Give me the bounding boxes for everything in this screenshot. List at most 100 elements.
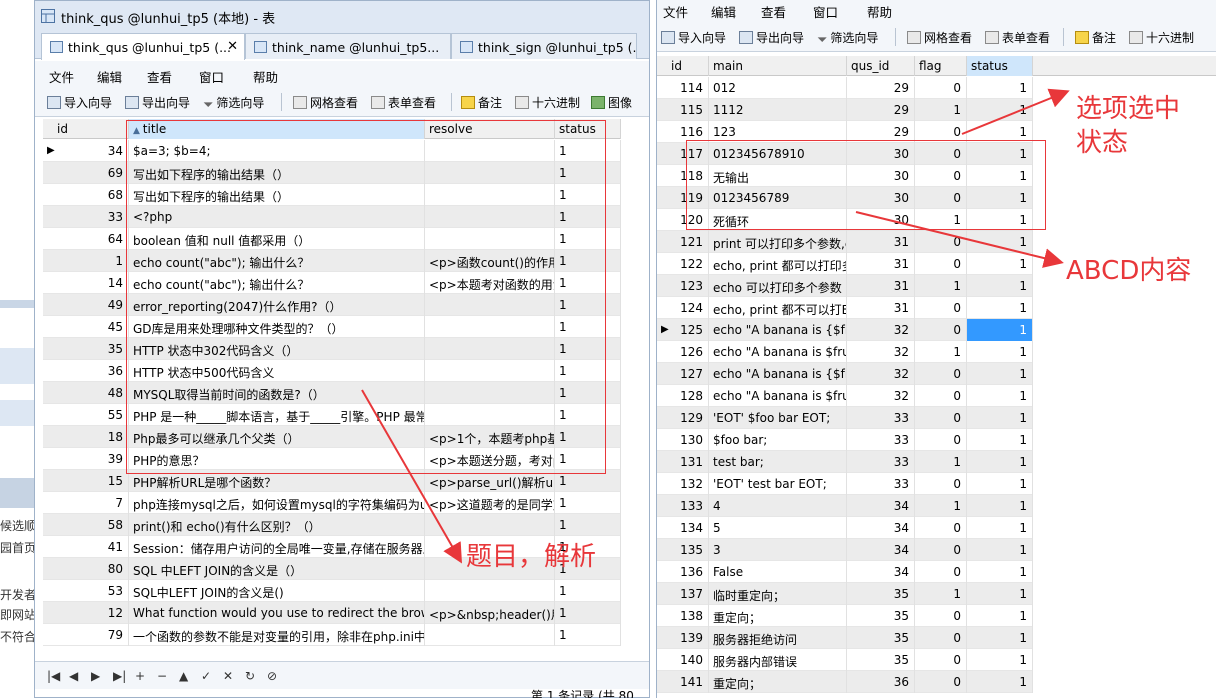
cell-title[interactable]: What function would you use to redirect … — [129, 602, 425, 624]
cell-flag[interactable]: 0 — [915, 517, 967, 539]
table-row[interactable]: 123 echo 可以打印多个参数 31 1 1 — [657, 275, 1033, 297]
table-row[interactable]: 139 服务器拒绝访问 35 0 1 — [657, 627, 1033, 649]
hex-button[interactable]: 十六进制 — [515, 94, 580, 111]
cell-main[interactable]: 重定向； — [709, 671, 847, 693]
cell-flag[interactable]: 0 — [915, 671, 967, 693]
cell-id[interactable]: 136 — [657, 561, 709, 583]
up-button[interactable]: ▲ — [179, 669, 188, 683]
cell-flag[interactable]: 0 — [915, 363, 967, 385]
table-row[interactable]: 119 0123456789 30 0 1 — [657, 187, 1033, 209]
cell-status[interactable]: 1 — [555, 382, 621, 404]
cell-title[interactable]: PHP 是一种_____脚本语言，基于_____引擎。PHP 最常 — [129, 404, 425, 426]
cell-flag[interactable]: 1 — [915, 495, 967, 517]
table-row[interactable]: 117 012345678910 30 0 1 — [657, 143, 1033, 165]
table-row[interactable]: 33 <?php 1 — [43, 206, 621, 228]
cell-status[interactable]: 1 — [967, 143, 1033, 165]
first-record-button[interactable]: |◀ — [47, 669, 60, 683]
cell-id[interactable]: 135 — [657, 539, 709, 561]
cell-main[interactable]: echo 可以打印多个参数 — [709, 275, 847, 297]
cell-id[interactable]: 124 — [657, 297, 709, 319]
table-row[interactable]: 36 HTTP 状态中500代码含义 1 — [43, 360, 621, 382]
cell-id[interactable]: 114 — [657, 77, 709, 99]
cell-title[interactable]: <?php — [129, 206, 425, 228]
cell-status[interactable]: 1 — [967, 495, 1033, 517]
cell-main[interactable]: 'EOT' $foo bar EOT; — [709, 407, 847, 429]
table-row[interactable]: 122 echo, print 都可以打印多 31 0 1 — [657, 253, 1033, 275]
cell-status[interactable]: 1 — [967, 209, 1033, 231]
cell-resolve[interactable]: <p>本题考对函数的用法 — [425, 272, 555, 294]
cell-qus-id[interactable]: 32 — [847, 363, 915, 385]
column-header-main[interactable]: main — [709, 56, 847, 76]
cell-status[interactable]: 1 — [967, 671, 1033, 693]
cell-qus-id[interactable]: 32 — [847, 341, 915, 363]
table-row[interactable]: 128 echo "A banana is $fru 32 0 1 — [657, 385, 1033, 407]
cell-id[interactable]: 41 — [43, 536, 129, 558]
cell-qus-id[interactable]: 30 — [847, 165, 915, 187]
cell-qus-id[interactable]: 31 — [847, 231, 915, 253]
cell-id[interactable]: 69 — [43, 162, 129, 184]
table-row[interactable]: 55 PHP 是一种_____脚本语言，基于_____引擎。PHP 最常 1 — [43, 404, 621, 426]
cell-resolve[interactable] — [425, 184, 555, 206]
menu-edit[interactable]: 编辑 — [711, 2, 736, 21]
cell-id[interactable]: 55 — [43, 404, 129, 426]
cell-id[interactable]: 35 — [43, 338, 129, 360]
cell-main[interactable]: echo "A banana is $fru — [709, 385, 847, 407]
cell-id[interactable]: 79 — [43, 624, 129, 646]
import-wizard-button[interactable]: 导入向导 — [47, 94, 112, 111]
cell-qus-id[interactable]: 29 — [847, 99, 915, 121]
cell-flag[interactable]: 1 — [915, 341, 967, 363]
cell-title[interactable]: 写出如下程序的输出结果（） — [129, 184, 425, 206]
cell-resolve[interactable] — [425, 294, 555, 316]
close-icon[interactable]: ✕ — [227, 39, 238, 54]
cell-id[interactable]: 120 — [657, 209, 709, 231]
cell-id[interactable]: 139 — [657, 627, 709, 649]
cell-status[interactable]: 1 — [555, 206, 621, 228]
cell-id[interactable]: 80 — [43, 558, 129, 580]
menu-view[interactable]: 查看 — [761, 2, 786, 21]
cell-title[interactable]: GD库是用来处理哪种文件类型的？（） — [129, 316, 425, 338]
cell-id[interactable]: 58 — [43, 514, 129, 536]
cell-main[interactable]: 无输出 — [709, 165, 847, 187]
table-row[interactable]: 131 test bar; 33 1 1 — [657, 451, 1033, 473]
cell-status[interactable]: 1 — [967, 297, 1033, 319]
table-row[interactable]: 138 重定向； 35 0 1 — [657, 605, 1033, 627]
cell-qus-id[interactable]: 34 — [847, 561, 915, 583]
cell-flag[interactable]: 1 — [915, 209, 967, 231]
cell-title[interactable]: HTTP 状态中302代码含义（） — [129, 338, 425, 360]
form-view-button[interactable]: 表单查看 — [371, 94, 436, 111]
cell-resolve[interactable]: <p>这道题考的是同学对 — [425, 492, 555, 514]
cell-resolve[interactable] — [425, 228, 555, 250]
cell-status[interactable]: 1 — [967, 363, 1033, 385]
cell-qus-id[interactable]: 31 — [847, 275, 915, 297]
cell-id[interactable]: 117 — [657, 143, 709, 165]
cell-id[interactable]: 118 — [657, 165, 709, 187]
cell-resolve[interactable] — [425, 140, 555, 162]
stop-button[interactable]: ⊘ — [267, 669, 277, 683]
table-row[interactable]: 69 写出如下程序的输出结果（） 1 — [43, 162, 621, 184]
cell-id[interactable]: 140 — [657, 649, 709, 671]
table-row[interactable]: 114 012 29 0 1 — [657, 77, 1033, 99]
cell-main[interactable]: 1112 — [709, 99, 847, 121]
tab-think-name[interactable]: think_name @lunhui_tp5... — [245, 33, 451, 59]
table-row[interactable]: 132 'EOT' test bar EOT; 33 0 1 — [657, 473, 1033, 495]
cell-status[interactable]: 1 — [555, 492, 621, 514]
cell-title[interactable]: error_reporting(2047)什么作用?（） — [129, 294, 425, 316]
cell-flag[interactable]: 0 — [915, 649, 967, 671]
table-row[interactable]: 124 echo, print 都不可以打E 31 0 1 — [657, 297, 1033, 319]
cell-id[interactable]: 34 — [43, 140, 129, 162]
cell-resolve[interactable] — [425, 514, 555, 536]
cell-status[interactable]: 1 — [967, 231, 1033, 253]
cell-status[interactable]: 1 — [967, 165, 1033, 187]
menu-view[interactable]: 查看 — [147, 67, 172, 86]
cell-title[interactable]: echo count("abc"); 输出什么？ — [129, 250, 425, 272]
cell-id[interactable]: 141 — [657, 671, 709, 693]
cell-id[interactable]: 129 — [657, 407, 709, 429]
table-row[interactable]: 12 What function would you use to redirec… — [43, 602, 621, 624]
cell-resolve[interactable] — [425, 382, 555, 404]
cell-status[interactable]: 1 — [967, 77, 1033, 99]
table-row[interactable]: 1 echo count("abc"); 输出什么？ <p>函数count()的作用… — [43, 250, 621, 272]
table-row[interactable]: 45 GD库是用来处理哪种文件类型的？（） 1 — [43, 316, 621, 338]
cell-id[interactable]: 7 — [43, 492, 129, 514]
table-row[interactable]: 121 print 可以打印多个参数,e 31 0 1 — [657, 231, 1033, 253]
prev-record-button[interactable]: ◀ — [69, 669, 78, 683]
